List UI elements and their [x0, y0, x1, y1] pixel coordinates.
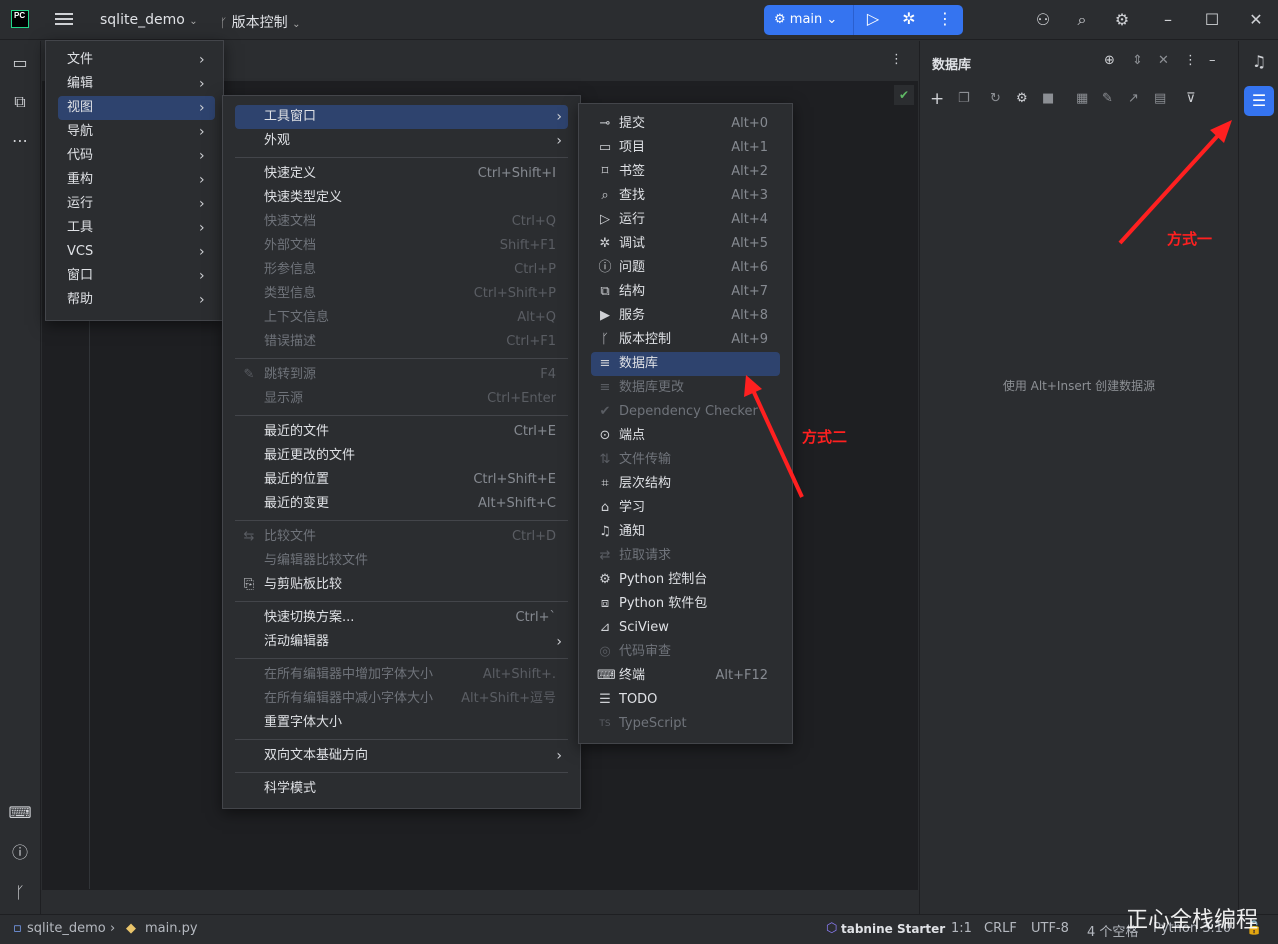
tabnine-icon: ⬡	[826, 921, 838, 936]
arrow-one	[1118, 129, 1224, 245]
status-line-endings[interactable]: CRLF	[984, 921, 1017, 936]
status-encoding[interactable]: UTF-8	[1031, 921, 1069, 936]
status-file[interactable]: main.py	[145, 921, 198, 936]
watermark: 正心全栈编程	[1126, 908, 1259, 933]
status-tabnine[interactable]: tabnine Starter	[841, 922, 945, 936]
status-project[interactable]: sqlite_demo	[27, 921, 106, 936]
status-bar: ▫ sqlite_demo › ◆ main.py ⬡ tabnine Star…	[0, 914, 1278, 944]
annotation-method-one: 方式一	[1167, 230, 1213, 248]
annotation-arrows	[744, 120, 1232, 498]
annotation-method-two: 方式二	[802, 428, 848, 446]
project-square-icon: ▫	[13, 921, 22, 936]
arrow-two	[750, 387, 804, 498]
status-position[interactable]: 1:1	[951, 921, 972, 936]
chevron-right-icon: ›	[110, 921, 116, 936]
python-file-icon: ◆	[126, 921, 136, 936]
